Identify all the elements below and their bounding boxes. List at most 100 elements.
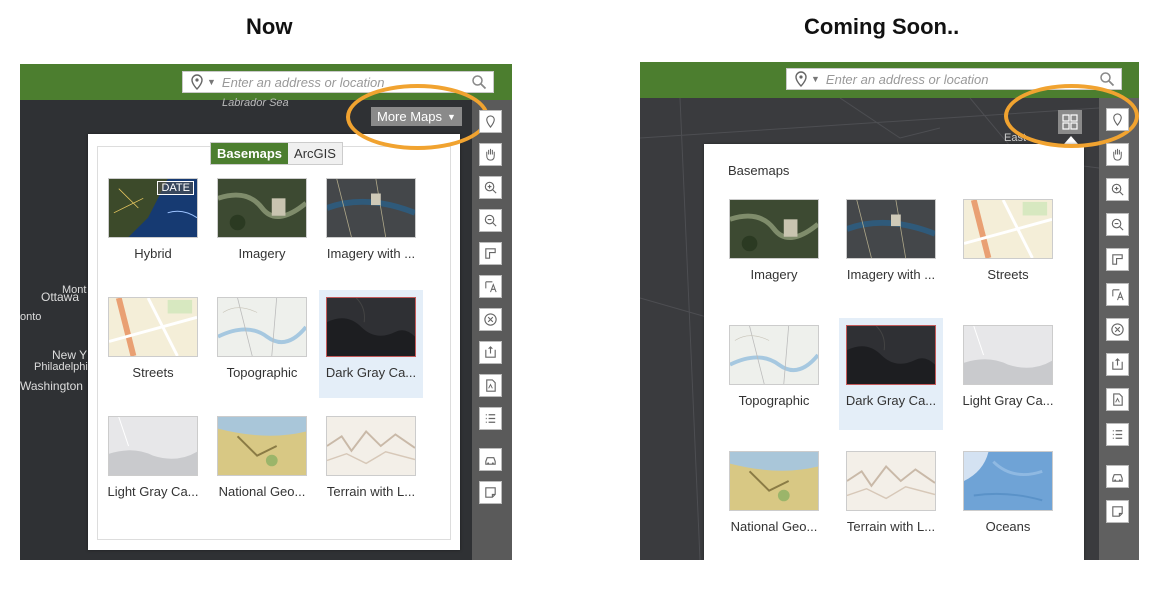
map-label: onto: [20, 311, 42, 323]
note-icon: [485, 487, 496, 498]
basemap-label: Terrain with L...: [326, 484, 416, 499]
basemap-label: Topographic: [738, 393, 810, 408]
tab-arcgis[interactable]: ArcGIS: [288, 143, 342, 164]
basemap-thumbnail-natgeo[interactable]: [217, 416, 307, 476]
basemap-thumbnail-hybrid[interactable]: DATE: [108, 178, 198, 238]
basemap-label: Oceans: [985, 519, 1031, 534]
zoom-out-icon: [1111, 218, 1124, 231]
location-tool-button[interactable]: [479, 110, 502, 133]
measure-tool-button[interactable]: [479, 242, 502, 265]
tab-basemaps[interactable]: Basemaps: [211, 143, 289, 164]
zoom-in-tool-button[interactable]: [479, 176, 502, 199]
basemap-label: Hybrid: [134, 246, 172, 261]
basemap-thumbnail-imagery[interactable]: [217, 178, 307, 238]
zoom-out-icon: [484, 214, 497, 227]
location-tool-button[interactable]: [1106, 108, 1129, 131]
clear-tool-button[interactable]: [479, 308, 502, 331]
basemap-label: Dark Gray Ca...: [845, 393, 937, 408]
zoom-out-tool-button[interactable]: [479, 209, 502, 232]
basemap-thumbnail-streets[interactable]: [108, 297, 198, 357]
search-source-dropdown-icon[interactable]: ▼: [811, 74, 820, 84]
coming-soon-map-app: ▼ Enter an address or location East Base…: [640, 62, 1139, 560]
measure-icon: [1112, 254, 1123, 265]
basemap-thumbnail-imagery[interactable]: [729, 199, 819, 259]
pdf-icon: [486, 379, 496, 392]
location-pin-icon: [191, 74, 203, 90]
directions-car-tool-button[interactable]: [479, 448, 502, 471]
basemap-thumbnail-light[interactable]: [108, 416, 198, 476]
note-tool-button[interactable]: [479, 481, 502, 504]
gallery-tabs: Basemaps ArcGIS: [210, 142, 343, 165]
text-tool-tool-button[interactable]: [479, 275, 502, 298]
zoom-in-tool-button[interactable]: [1106, 178, 1129, 201]
share-tool-button[interactable]: [1106, 353, 1129, 376]
legend-list-icon: [485, 414, 496, 423]
pan-hand-tool-button[interactable]: [479, 143, 502, 166]
soon-toolbar-buttons: [1099, 98, 1139, 560]
highlight-oval: [346, 84, 489, 150]
now-toolbar-buttons: [472, 100, 512, 560]
zoom-out-tool-button[interactable]: [1106, 213, 1129, 236]
search-icon[interactable]: [1099, 71, 1115, 87]
directions-car-icon: [485, 457, 496, 465]
basemap-thumbnail-streets[interactable]: [963, 199, 1053, 259]
basemap-thumbnail-oceans[interactable]: [963, 451, 1053, 511]
date-badge: DATE: [157, 181, 194, 195]
basemap-gallery: Basemaps ArcGIS DATE Hybrid Imagery Imagery…: [88, 134, 460, 550]
basemap-label: Streets: [132, 365, 174, 380]
basemap-thumbnail-dark[interactable]: [846, 325, 936, 385]
basemap-thumbnail-natgeo[interactable]: [729, 451, 819, 511]
map-label: Labrador Sea: [222, 97, 289, 109]
pdf-tool-button[interactable]: [479, 374, 502, 397]
pdf-tool-button[interactable]: [1106, 388, 1129, 411]
search-source-dropdown-icon[interactable]: ▼: [207, 77, 216, 87]
basemap-label: Light Gray Ca...: [962, 393, 1054, 408]
basemap-thumbnail-dark[interactable]: [326, 297, 416, 357]
measure-icon: [485, 248, 496, 259]
legend-list-tool-button[interactable]: [1106, 423, 1129, 446]
clear-tool-button[interactable]: [1106, 318, 1129, 341]
map-label: Philadelphi: [34, 361, 88, 373]
pdf-icon: [1113, 393, 1123, 406]
basemap-label: Topographic: [226, 365, 298, 380]
location-pin-icon: [795, 71, 807, 87]
basemap-label: National Geo...: [730, 519, 818, 534]
basemap-thumbnail-terrain[interactable]: [846, 451, 936, 511]
share-icon: [485, 346, 496, 358]
share-tool-button[interactable]: [479, 341, 502, 364]
note-tool-button[interactable]: [1106, 500, 1129, 523]
heading-now: Now: [246, 14, 293, 39]
measure-tool-button[interactable]: [1106, 248, 1129, 271]
basemap-thumbnail-topo[interactable]: [729, 325, 819, 385]
note-icon: [1112, 506, 1123, 517]
basemap-thumbnail-topo[interactable]: [217, 297, 307, 357]
directions-car-tool-button[interactable]: [1106, 465, 1129, 488]
zoom-in-icon: [484, 181, 497, 194]
text-tool-icon: [485, 281, 497, 293]
clear-icon: [484, 313, 497, 326]
zoom-in-icon: [1111, 183, 1124, 196]
gallery-title: Basemaps: [728, 163, 790, 178]
map-label: New Y: [52, 348, 88, 362]
basemap-thumbnail-imagery2[interactable]: [846, 199, 936, 259]
basemap-label: Streets: [987, 267, 1029, 282]
basemap-label: Imagery with ...: [326, 246, 416, 261]
text-tool-icon: [1112, 289, 1124, 301]
pan-hand-icon: [1113, 148, 1122, 161]
basemap-thumbnail-light[interactable]: [963, 325, 1053, 385]
heading-coming-soon: Coming Soon..: [804, 14, 960, 39]
legend-list-icon: [1112, 430, 1123, 439]
now-map-app: ▼ Enter an address or location Labrador …: [20, 64, 512, 560]
search-icon[interactable]: [471, 74, 487, 90]
basemap-thumbnail-imagery2[interactable]: [326, 178, 416, 238]
location-icon: [1113, 113, 1122, 127]
basemap-label: Imagery: [750, 267, 798, 282]
legend-list-tool-button[interactable]: [479, 407, 502, 430]
text-tool-tool-button[interactable]: [1106, 283, 1129, 306]
basemap-label: National Geo...: [218, 484, 306, 499]
pan-hand-icon: [486, 148, 495, 161]
location-icon: [486, 115, 495, 129]
basemap-thumbnail-terrain[interactable]: [326, 416, 416, 476]
pan-hand-tool-button[interactable]: [1106, 143, 1129, 166]
basemap-label: Imagery: [238, 246, 286, 261]
